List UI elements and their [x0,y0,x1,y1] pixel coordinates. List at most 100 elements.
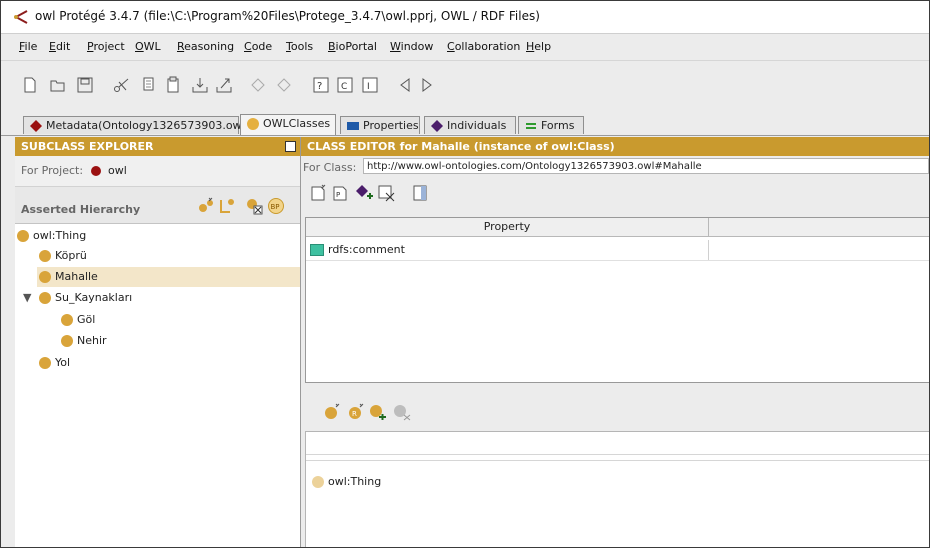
redo-icon[interactable] [275,76,293,94]
tree-node-gol[interactable]: Göl [61,310,95,330]
create-annotation-icon[interactable] [309,184,327,202]
menu-bioportal[interactable]: BioPortal [328,40,377,53]
create-sibling-icon[interactable] [218,197,236,215]
for-class-field[interactable]: http://www.owl-ontologies.com/Ontology13… [363,158,929,174]
back-icon[interactable] [396,76,414,94]
superclass-owl-thing[interactable]: owl:Thing [312,472,381,492]
menu-owl[interactable]: OWL [135,40,161,53]
create-subclass-icon[interactable] [197,197,215,215]
superclass-toolbar: R [305,393,929,429]
menu-file[interactable]: File [19,40,37,53]
class-icon [39,271,51,283]
add-named-superclass-icon[interactable] [323,403,341,421]
class-icon [61,314,73,326]
menu-edit[interactable]: Edit [49,40,70,53]
property-table-header: Property [306,218,929,237]
forward-icon[interactable] [418,76,436,94]
menu-reasoning[interactable]: Reasoning [177,40,234,53]
class-icon [39,292,51,304]
annotation-property-icon [310,244,324,256]
query-icon[interactable]: ? [312,76,330,94]
svg-text:I: I [367,82,370,92]
tab-label: Properties [363,119,419,132]
tab-forms[interactable]: Forms [518,116,584,134]
window-title: owl Protégé 3.4.7 (file:\C:\Program%20Fi… [35,9,540,23]
tab-owlclasses[interactable]: OWLClasses [240,114,336,135]
add-property-icon[interactable] [355,184,373,202]
class-icon [39,357,51,369]
menu-code[interactable]: Code [244,40,272,53]
instance-icon[interactable]: I [361,76,379,94]
tree-node-label: owl:Thing [33,229,87,242]
expand-triangle-icon[interactable]: ▼ [23,288,33,308]
create-restriction-icon[interactable]: R [347,403,365,421]
tree-node-label: Nehir [77,334,107,347]
svg-text:P: P [336,191,340,199]
diamond-red-icon [30,120,42,132]
menu-help[interactable]: Help [526,40,551,53]
asserted-hierarchy-label: Asserted Hierarchy [21,203,141,216]
divider [306,460,929,461]
undo-icon[interactable] [249,76,267,94]
class-tree: owl:Thing Köprü Mahalle ▼ Su_Kaynakları G… [15,223,300,547]
superclass-panel: owl:Thing [305,431,929,547]
bioportal-icon[interactable]: BP [267,197,285,215]
tree-node-label: Su_Kaynakları [55,291,133,304]
delete-class-icon[interactable] [245,197,263,215]
maximize-icon[interactable] [285,141,296,152]
menu-project[interactable]: Project [87,40,125,53]
tree-node-su-kaynaklari[interactable]: ▼ Su_Kaynakları [23,288,132,308]
class-icon [39,250,51,262]
import-icon[interactable] [191,76,209,94]
tree-node-label: Köprü [55,249,87,262]
lines-green-icon [526,123,536,129]
copy-icon[interactable] [139,76,157,94]
menu-tools[interactable]: Tools [286,40,313,53]
tab-label: OWLClasses [263,117,331,130]
svg-text:BP: BP [271,203,280,211]
property-toolbar: P [301,178,929,210]
tab-label: Metadata(Ontology1326573903.owl) [46,119,249,132]
class-icon[interactable]: C [336,76,354,94]
add-annotation-icon[interactable]: P [331,184,349,202]
menu-bar: File Edit Project OWL Reasoning Code Too… [1,34,929,61]
open-icon[interactable] [49,76,67,94]
save-icon[interactable] [76,76,94,94]
add-superclass-icon[interactable] [369,403,387,421]
class-icon [61,335,73,347]
for-class: For Class: http://www.owl-ontologies.com… [301,156,929,178]
protege-logo-icon [13,10,28,24]
tab-properties[interactable]: Properties [340,116,420,134]
svg-text:C: C [341,82,347,92]
svg-text:R: R [352,410,357,418]
remove-property-icon[interactable] [377,184,395,202]
tree-node-mahalle[interactable]: Mahalle [37,267,300,287]
svg-text:?: ? [317,81,322,92]
tree-node-nehir[interactable]: Nehir [61,331,107,351]
tree-node-label: Mahalle [55,270,98,283]
tab-label: Individuals [447,119,507,132]
tab-metadata[interactable]: Metadata(Ontology1326573903.owl) [23,116,249,134]
new-icon[interactable] [21,76,39,94]
paste-icon[interactable] [164,76,182,94]
app-window: owl Protégé 3.4.7 (file:\C:\Program%20Fi… [0,0,930,548]
for-project-label: For Project: [21,164,84,177]
menu-window[interactable]: Window [390,40,433,53]
remove-superclass-icon[interactable] [393,403,411,421]
tree-node-yol[interactable]: Yol [39,353,70,373]
tree-node-label: Yol [55,356,71,369]
table-row[interactable]: rdfs:comment [306,240,929,261]
export-icon[interactable] [215,76,233,94]
class-editor-header: CLASS EDITOR for Mahalle (instance of ow… [301,137,929,156]
tree-node-owl-thing[interactable]: owl:Thing [17,226,86,246]
tree-node-label: Göl [77,313,96,326]
property-column-header[interactable]: Property [306,218,709,236]
tree-node-kopru[interactable]: Köprü [39,246,87,266]
view-toggle-icon[interactable] [411,184,429,202]
for-project-value: owl [108,164,127,177]
tab-individuals[interactable]: Individuals [424,116,516,134]
class-editor: CLASS EDITOR for Mahalle (instance of ow… [301,137,929,547]
menu-collaboration[interactable]: Collaboration [447,40,520,53]
cut-icon[interactable] [113,76,131,94]
asserted-hierarchy-bar: Asserted Hierarchy BP [15,187,300,223]
